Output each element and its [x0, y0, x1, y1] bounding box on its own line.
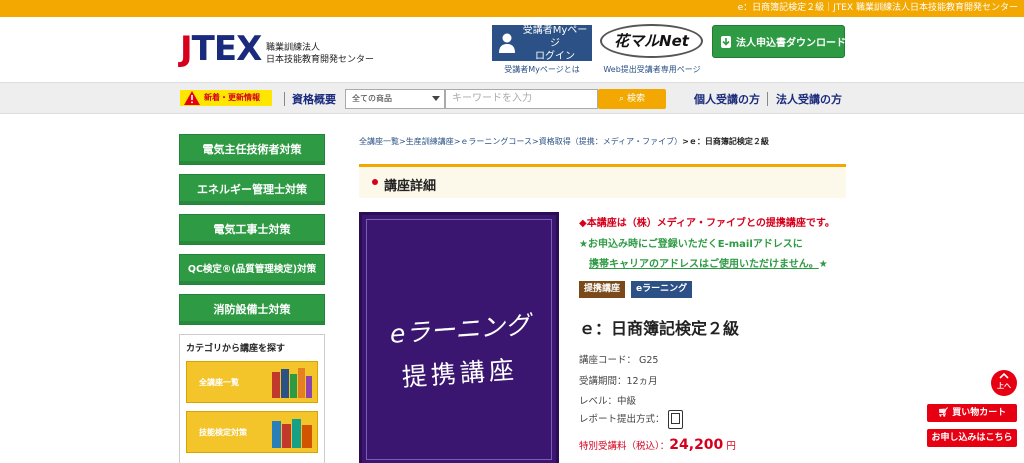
search-button-label: 検索: [626, 94, 645, 104]
mypage-line2: ログイン: [535, 50, 575, 62]
report-method-label: レポート提出方式：: [579, 414, 665, 425]
category-item-label: 全講座一覧: [199, 378, 239, 387]
sidebar: 電気主任技術者対策 エネルギー管理士対策 電気工事士対策 QC検定®(品質管理検…: [179, 134, 325, 463]
mypage-line1: 受講者Myページ: [522, 24, 588, 49]
mypage-login-button[interactable]: 受講者Myページ ログイン: [492, 24, 592, 62]
nav-corporate-link[interactable]: 法人受講の方: [776, 91, 842, 107]
course-image-line1: eラーニング: [389, 310, 535, 349]
course-period: 受講期間：12ヵ月: [579, 376, 658, 387]
cart-button[interactable]: 🛒︎ 買い物カート: [927, 404, 1017, 422]
back-to-top-label: 上へ: [997, 382, 1011, 390]
cart-button-label: 買い物カート: [952, 408, 1007, 418]
notice-partner: ◆本講座は（株）メディア・ファイブとの提携講座です。: [579, 218, 835, 229]
download-icon: [721, 35, 731, 48]
download-button-label: 法人申込書ダウンロード: [736, 38, 846, 49]
back-to-top-button[interactable]: 上へ: [991, 370, 1017, 396]
course-image: eラーニング 提携講座: [359, 212, 559, 463]
search-placeholder: キーワードを入力: [452, 93, 532, 104]
chevron-up-icon: [999, 372, 1009, 379]
logo-mark-rest: TEX: [191, 29, 263, 69]
nav-individual-link[interactable]: 個人受講の方: [694, 91, 760, 107]
category-item-all[interactable]: 全講座一覧: [186, 361, 318, 403]
section-header: 講座詳細: [359, 164, 846, 198]
top-info-bar: e：日商簿記検定２級｜JTEX 職業訓練法人日本技能教育開発センター: [0, 0, 1024, 17]
search-input[interactable]: キーワードを入力: [445, 89, 598, 109]
books-icon: [272, 419, 312, 448]
nav-bar: 新着・更新情報 資格概要 全ての商品 キーワードを入力 ⌕ 検索 個人受講の方 …: [0, 82, 1024, 114]
category-box: カテゴリから講座を探す 全講座一覧 技能検定対策: [179, 334, 325, 463]
nav-overview-link[interactable]: 資格概要: [292, 91, 336, 107]
tag-elearning: eラーニング: [631, 281, 693, 298]
category-item-skill-test[interactable]: 技能検定対策: [186, 411, 318, 453]
person-icon: [499, 33, 515, 53]
sidebar-item-qc[interactable]: QC検定®(品質管理検定)対策: [179, 254, 325, 285]
search-button[interactable]: ⌕ 検索: [598, 89, 666, 109]
course-level: レベル：中級: [579, 396, 637, 407]
notice-carrier: 携帯キャリアのアドレスはご使用いただけません。★: [589, 255, 828, 270]
bullet-icon: [372, 179, 378, 185]
breadcrumb: 全講座一覧>生産訓練講座>ｅラーニングコース>資格取得（提携：メディア・ファイブ…: [359, 136, 769, 147]
site-header: JTEX 職業訓練法人 日本技能教育開発センター 受講者Myページ ログイン 受…: [0, 17, 1024, 82]
nav-separator: [284, 92, 285, 106]
category-box-title: カテゴリから講座を探す: [186, 344, 286, 354]
price-label: 特別受講料（税込）：: [579, 441, 670, 452]
jtex-logo[interactable]: JTEX 職業訓練法人 日本技能教育開発センター: [180, 25, 380, 73]
nav-separator: [767, 92, 768, 106]
hananet-sub-link[interactable]: Web提出受講者専用ページ: [596, 64, 708, 75]
sidebar-item-energy[interactable]: エネルギー管理士対策: [179, 174, 325, 205]
course-image-line2: 提携講座: [401, 355, 519, 392]
course-image-text: eラーニング 提携講座: [389, 310, 535, 392]
notice-carrier-star: ★: [818, 259, 828, 270]
chevron-down-icon: [432, 96, 440, 101]
logo-text: 職業訓練法人 日本技能教育開発センター: [266, 42, 374, 66]
category-select[interactable]: 全ての商品: [345, 89, 445, 109]
news-badge-label: 新着・更新情報: [204, 93, 260, 102]
smartphone-icon: [667, 410, 683, 429]
price-unit: 円: [723, 441, 736, 452]
breadcrumb-current: >ｅ：日商簿記検定２級: [682, 137, 769, 146]
tag-partner-course: 提携講座: [579, 281, 626, 298]
logo-text-line2: 日本技能教育開発センター: [266, 55, 375, 65]
books-icon: [272, 368, 312, 398]
price-value: 24,200: [669, 437, 724, 453]
course-title: ｅ：日商簿記検定２級: [579, 319, 740, 338]
notice-carrier-text: 携帯キャリアのアドレスはご使用いただけません。: [589, 259, 819, 270]
course-code: 講座コード： G25: [579, 355, 659, 366]
warning-icon: [184, 91, 200, 105]
apply-button[interactable]: お申し込みはこちら: [927, 429, 1017, 447]
sidebar-item-shobo[interactable]: 消防設備士対策: [179, 294, 325, 325]
sidebar-item-denki-koji[interactable]: 電気工事士対策: [179, 214, 325, 245]
category-select-value: 全ての商品: [352, 94, 392, 103]
logo-mark-first-letter: J: [180, 29, 193, 69]
corporate-form-download-button[interactable]: 法人申込書ダウンロード: [712, 25, 846, 58]
category-item-label: 技能検定対策: [199, 428, 247, 437]
mypage-about-link[interactable]: 受講者Myページとは: [492, 64, 592, 75]
news-update-badge[interactable]: 新着・更新情報: [180, 90, 272, 106]
section-title: 講座詳細: [384, 179, 437, 194]
search-icon: ⌕: [619, 94, 627, 104]
logo-mark: JTEX: [180, 27, 263, 71]
course-price: 特別受講料（税込）：24,200 円: [579, 437, 736, 453]
sidebar-item-denki-shunin[interactable]: 電気主任技術者対策: [179, 134, 325, 165]
breadcrumb-path[interactable]: 全講座一覧>生産訓練講座>ｅラーニングコース>資格取得（提携：メディア・ファイブ…: [359, 137, 682, 146]
notice-email: ★お申込み時にご登録いただくE-mailアドレスに: [579, 239, 803, 250]
cart-icon: 🛒︎: [937, 408, 953, 418]
logo-text-line1: 職業訓練法人: [266, 43, 321, 53]
course-report-method: レポート提出方式：: [579, 410, 683, 429]
hananet-logo-button[interactable]: 花マルNet: [600, 24, 703, 58]
